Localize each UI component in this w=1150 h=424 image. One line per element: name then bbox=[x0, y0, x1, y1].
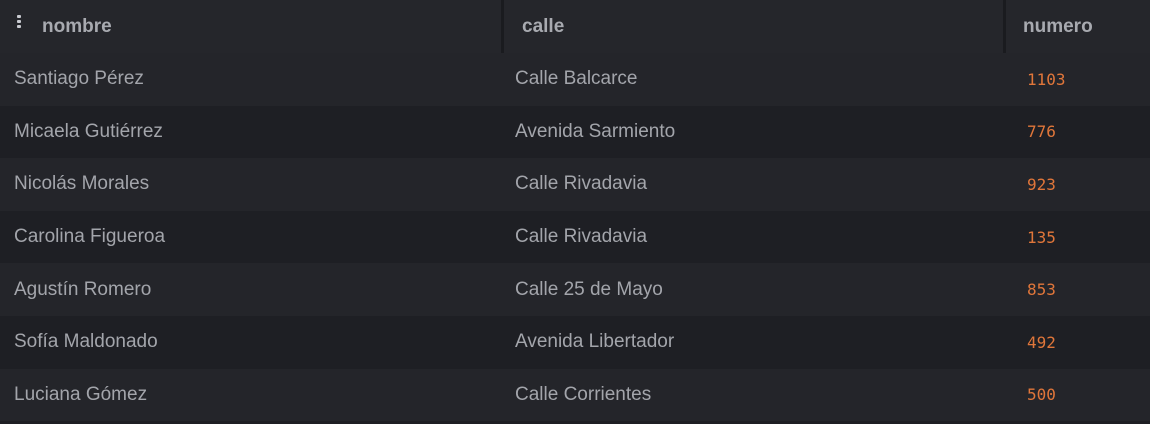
cell-nombre[interactable]: Nicolás Morales bbox=[14, 158, 494, 211]
table-row[interactable]: Sofía Maldonado Avenida Libertador 492 bbox=[0, 315, 1150, 369]
column-header-numero[interactable]: numero bbox=[1006, 0, 1150, 53]
table-header: nombre calle numero bbox=[0, 0, 1150, 53]
results-table: nombre calle numero Santiago Pérez Calle… bbox=[0, 0, 1150, 424]
cell-numero[interactable]: 135 bbox=[1027, 211, 1137, 264]
column-header-calle[interactable]: calle bbox=[504, 0, 1004, 53]
cell-calle[interactable]: Avenida Libertador bbox=[515, 316, 995, 369]
table-body: Santiago Pérez Calle Balcarce 1103 Micae… bbox=[0, 53, 1150, 422]
cell-numero[interactable]: 923 bbox=[1027, 158, 1137, 211]
cell-calle[interactable]: Calle Balcarce bbox=[515, 53, 995, 106]
cell-calle[interactable]: Avenida Sarmiento bbox=[515, 106, 995, 159]
cell-numero[interactable]: 853 bbox=[1027, 263, 1137, 316]
kebab-menu-icon[interactable] bbox=[17, 15, 21, 29]
table-row[interactable]: Agustín Romero Calle 25 de Mayo 853 bbox=[0, 263, 1150, 316]
cell-numero[interactable]: 1103 bbox=[1027, 53, 1137, 106]
cell-calle[interactable]: Calle 25 de Mayo bbox=[515, 263, 995, 316]
cell-nombre[interactable]: Micaela Gutiérrez bbox=[14, 106, 494, 159]
cell-numero[interactable]: 492 bbox=[1027, 316, 1137, 369]
column-header-label: calle bbox=[522, 16, 565, 37]
column-header-label: nombre bbox=[42, 16, 112, 37]
cell-calle[interactable]: Calle Corrientes bbox=[515, 369, 995, 422]
cell-nombre[interactable]: Luciana Gómez bbox=[14, 369, 494, 422]
table-row[interactable]: Santiago Pérez Calle Balcarce 1103 bbox=[0, 53, 1150, 106]
table-row[interactable]: Nicolás Morales Calle Rivadavia 923 bbox=[0, 158, 1150, 211]
table-row[interactable]: Micaela Gutiérrez Avenida Sarmiento 776 bbox=[0, 105, 1150, 159]
cell-numero[interactable]: 500 bbox=[1027, 369, 1137, 422]
cell-calle[interactable]: Calle Rivadavia bbox=[515, 158, 995, 211]
cell-nombre[interactable]: Sofía Maldonado bbox=[14, 316, 494, 369]
column-header-label: numero bbox=[1023, 16, 1093, 37]
table-row[interactable]: Carolina Figueroa Calle Rivadavia 135 bbox=[0, 210, 1150, 264]
cell-nombre[interactable]: Santiago Pérez bbox=[14, 53, 494, 106]
table-row[interactable]: Luciana Gómez Calle Corrientes 500 bbox=[0, 368, 1150, 422]
cell-calle[interactable]: Calle Rivadavia bbox=[515, 211, 995, 264]
column-header-nombre[interactable]: nombre bbox=[0, 0, 502, 53]
cell-nombre[interactable]: Agustín Romero bbox=[14, 263, 494, 316]
cell-numero[interactable]: 776 bbox=[1027, 106, 1137, 159]
cell-nombre[interactable]: Carolina Figueroa bbox=[14, 211, 494, 264]
